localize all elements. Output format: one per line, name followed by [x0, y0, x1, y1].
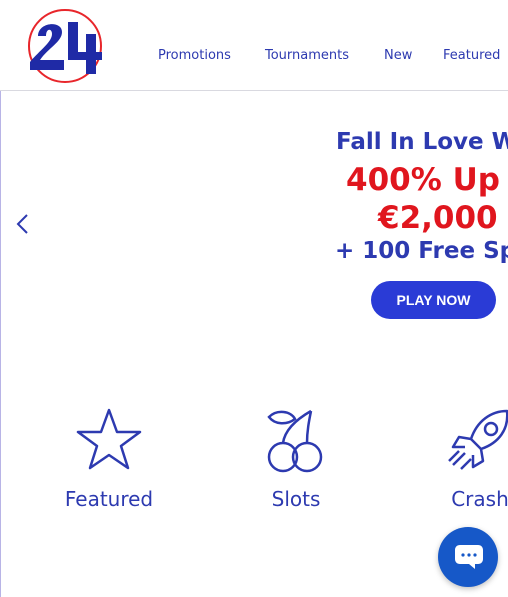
- category-crash[interactable]: Crash: [420, 405, 508, 511]
- hero-banner: Fall In Love Wit 400% Up To €2,000 + 100…: [0, 91, 508, 381]
- play-now-button[interactable]: PLAY NOW: [371, 281, 496, 319]
- chevron-left-icon[interactable]: [12, 211, 34, 237]
- logo-mark-icon: [28, 9, 102, 83]
- category-label: Slots: [271, 487, 321, 511]
- hero-bonus-amount: €2,000: [378, 200, 498, 236]
- page: Promotions Tournaments New Featured Fall…: [0, 0, 508, 597]
- category-label: Featured: [64, 487, 154, 511]
- rocket-icon: [448, 409, 508, 470]
- category-slots[interactable]: Slots: [236, 405, 356, 511]
- hero-free-spins: + 100 Free Spin: [335, 238, 508, 264]
- nav-featured[interactable]: Featured: [443, 48, 500, 63]
- nav-promotions[interactable]: Promotions: [158, 48, 231, 63]
- category-featured[interactable]: Featured: [49, 405, 169, 511]
- brand-logo[interactable]: [24, 8, 106, 84]
- hero-headline: Fall In Love Wit: [336, 129, 508, 155]
- category-label: Crash: [451, 487, 508, 511]
- hero-bonus-percent: 400% Up To: [346, 162, 508, 198]
- cherries-icon: [267, 409, 323, 473]
- chat-button[interactable]: [438, 527, 498, 587]
- nav-tournaments[interactable]: Tournaments: [265, 48, 349, 63]
- chat-bubbles-icon: [455, 545, 483, 569]
- header: Promotions Tournaments New Featured: [0, 0, 508, 91]
- star-icon: [76, 408, 142, 470]
- nav-new[interactable]: New: [384, 48, 412, 63]
